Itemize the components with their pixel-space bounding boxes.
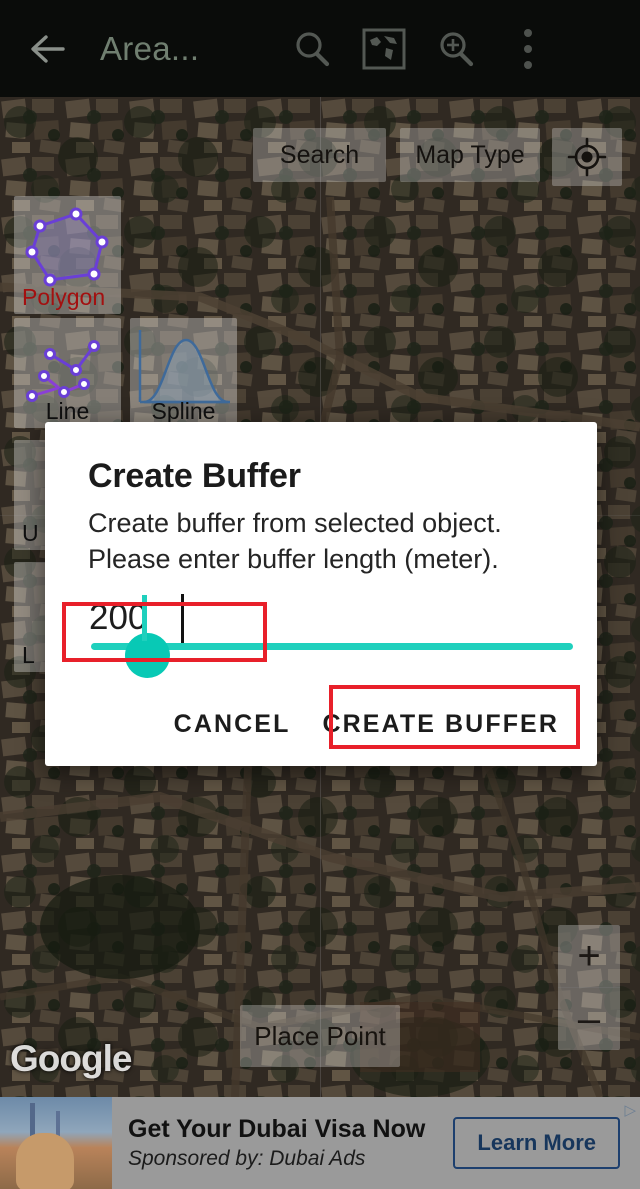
zoom-in-button[interactable]: + (558, 925, 620, 987)
google-attribution: Google (10, 1038, 132, 1079)
page-title: Area... (100, 29, 200, 67)
create-buffer-dialog: Create Buffer Create buffer from selecte… (45, 422, 597, 766)
buffer-length-slider[interactable]: 200 (45, 594, 597, 696)
ad-banner[interactable]: Get Your Dubai Visa Now Sponsored by: Du… (0, 1097, 640, 1189)
world-map-icon (362, 28, 406, 69)
buffer-length-input[interactable]: 200 (89, 598, 147, 638)
ad-thumbnail (0, 1097, 112, 1189)
dialog-body: Create buffer from selected object. Plea… (88, 505, 566, 577)
dialog-actions: CANCEL CREATE BUFFER (45, 694, 597, 754)
tool-spline[interactable]: Spline (130, 318, 237, 428)
tool-polygon[interactable]: Polygon (14, 196, 121, 314)
my-location-button[interactable] (552, 128, 622, 186)
tool-polygon-label: Polygon (22, 284, 106, 310)
place-point-button[interactable]: Place Point (240, 1005, 400, 1067)
back-arrow-icon (31, 34, 65, 63)
map-search-label: Search (279, 140, 360, 169)
dialog-title: Create Buffer (88, 457, 301, 495)
zoom-in-search-button[interactable] (420, 0, 492, 97)
tool-line-label: Line (45, 398, 90, 424)
overflow-menu-icon (524, 28, 532, 69)
dialog-body-line2: Please enter buffer length (meter). (88, 544, 499, 574)
ad-choices-icon[interactable]: ▷ (624, 1101, 636, 1119)
slider-thumb[interactable] (125, 595, 170, 678)
ad-sponsor: Sponsored by: Dubai Ads (128, 1147, 366, 1170)
zoom-in-search-icon (440, 31, 474, 66)
overflow-menu-button[interactable] (492, 0, 564, 97)
back-button[interactable] (0, 0, 96, 97)
search-button[interactable] (276, 0, 348, 97)
tool-spline-label: Spline (151, 398, 216, 424)
create-buffer-button[interactable]: CREATE BUFFER (306, 698, 575, 751)
place-point-label: Place Point (254, 1020, 386, 1051)
ad-thumb-figure (16, 1133, 74, 1189)
tool-line[interactable]: Line (14, 318, 121, 428)
text-caret (181, 594, 184, 646)
ad-text-block: Get Your Dubai Visa Now Sponsored by: Du… (112, 1113, 453, 1173)
cancel-button[interactable]: CANCEL (158, 698, 307, 751)
zoom-out-button[interactable]: – (558, 988, 620, 1050)
search-icon (296, 31, 330, 66)
my-location-icon (567, 137, 607, 177)
app-bar: Area... (0, 0, 640, 97)
map-type-button[interactable]: Map Type (400, 128, 540, 182)
dialog-body-line1: Create buffer from selected object. (88, 508, 502, 538)
map-search-button[interactable]: Search (253, 128, 386, 182)
world-map-button[interactable] (348, 0, 420, 97)
map-type-label: Map Type (415, 140, 525, 169)
map-zoom-controls[interactable]: + – (558, 925, 620, 1050)
ad-learn-more-button[interactable]: Learn More (453, 1117, 620, 1169)
ad-headline: Get Your Dubai Visa Now (128, 1115, 426, 1143)
